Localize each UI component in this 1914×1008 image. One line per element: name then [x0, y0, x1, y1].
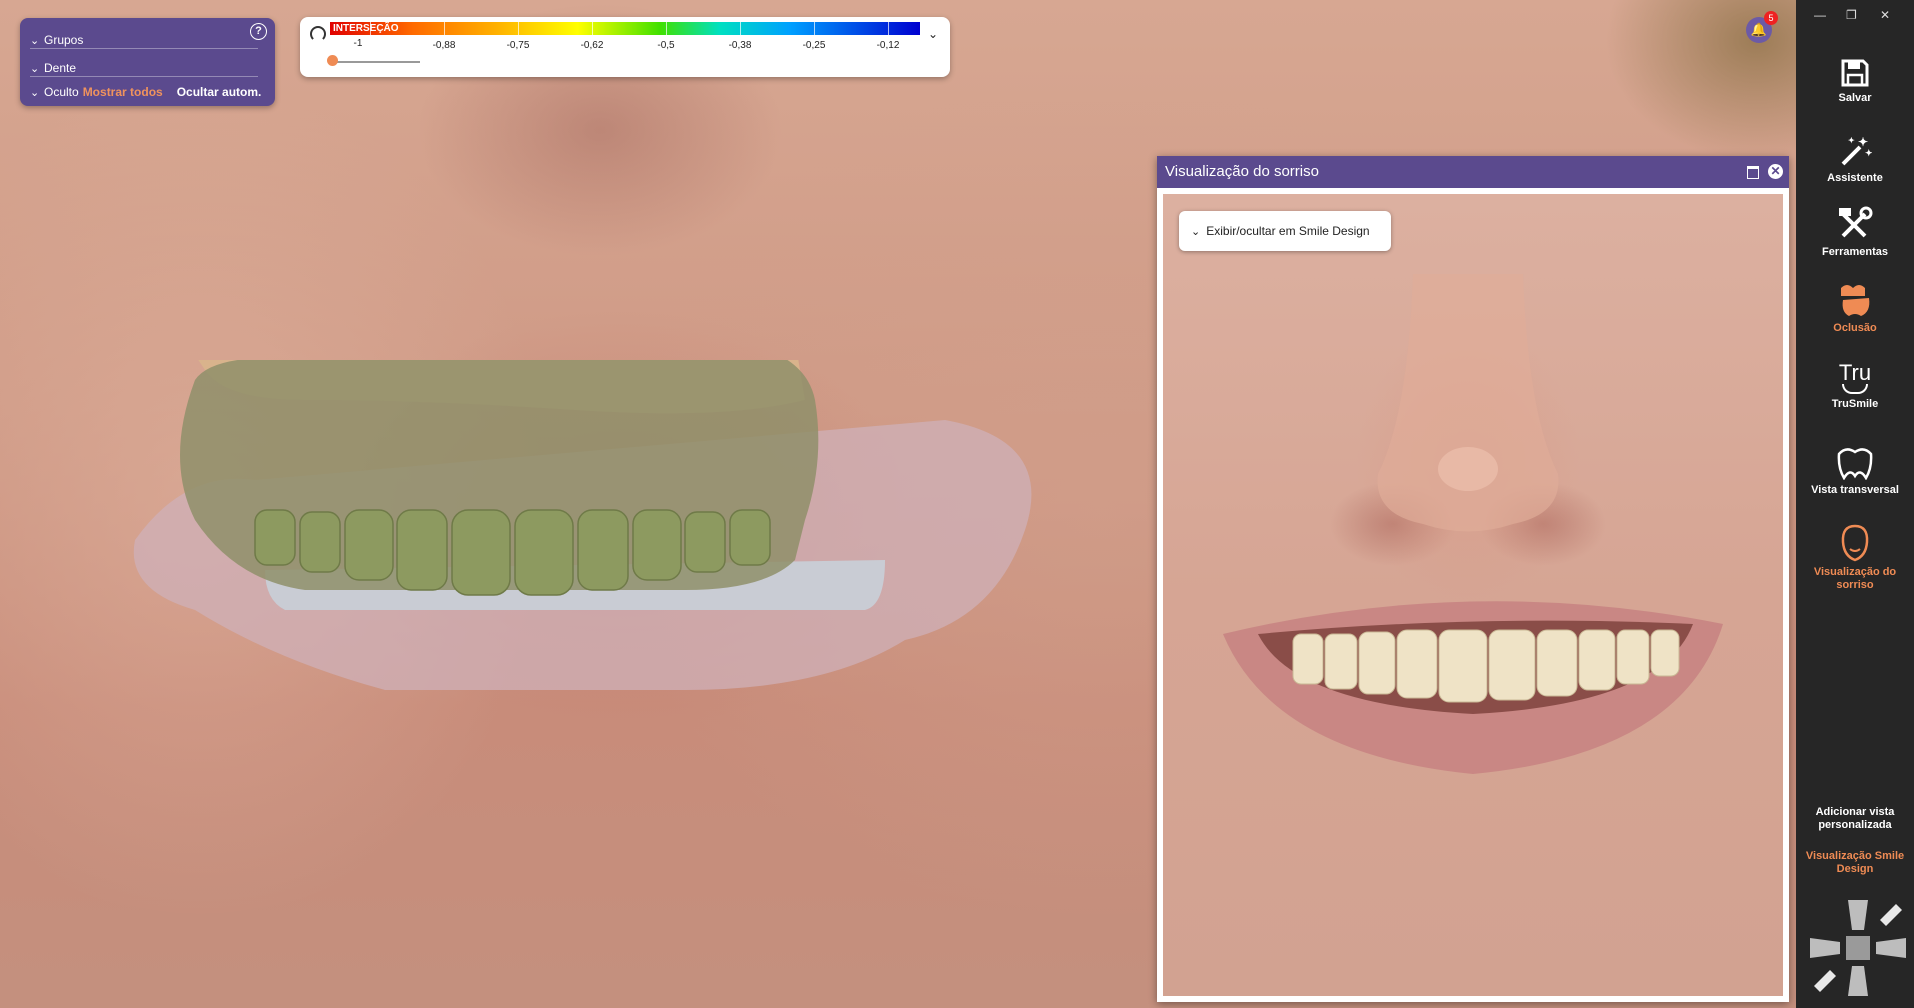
svg-text:✦: ✦ [1858, 135, 1868, 149]
magic-wand-icon: ✦ ✦ ✦ [1841, 135, 1872, 166]
help-icon[interactable]: ? [250, 23, 267, 40]
save-button[interactable]: Salvar [1796, 58, 1914, 104]
tooth-row[interactable]: ⌄ Dente [30, 58, 76, 78]
cross-section-label: Vista transversal [1811, 484, 1899, 496]
intersection-color-scale: INTERSEÇÃO -1 -0,88 -0,75 -0,62 -0,5 -0,38 -0,… [300, 17, 950, 77]
show-hide-label: Exibir/ocultar em Smile Design [1206, 224, 1370, 238]
tooth-label: Dente [44, 61, 77, 75]
chevron-down-icon: ⌄ [1191, 225, 1201, 238]
save-icon [1841, 59, 1869, 87]
scale-tick-label: -1 [353, 38, 363, 49]
chevron-down-icon: ⌄ [30, 34, 40, 47]
scale-tick [814, 22, 815, 35]
cube-center-face[interactable] [1846, 936, 1870, 960]
window-title: Visualização do sorriso [1165, 163, 1319, 180]
right-toolbar: — ❐ ✕ Salvar ✦ ✦ ✦ Assistente Ferramenta… [1796, 0, 1914, 1008]
face-icon [1841, 524, 1869, 562]
tools-icon [1839, 206, 1873, 238]
tooth-cross-section-icon [1837, 448, 1873, 480]
color-gradient-bar [330, 22, 920, 35]
restore-icon[interactable]: ❐ [1846, 8, 1857, 22]
trusmile-label: TruSmile [1831, 398, 1879, 410]
groups-label: Grupos [44, 33, 84, 47]
divider [30, 48, 258, 49]
cube-corner-bottom-left[interactable] [1814, 970, 1836, 992]
scale-tick-label: -0,88 [432, 40, 456, 51]
smile-view-button[interactable]: Visualização do sorriso [1796, 524, 1914, 592]
chevron-down-icon: ⌄ [30, 62, 40, 75]
show-all-button[interactable]: Mostrar todos [83, 85, 163, 99]
scale-tick [592, 22, 593, 35]
color-scale-title: INTERSEÇÃO [333, 23, 399, 34]
chevron-down-icon[interactable]: ⌄ [928, 27, 938, 41]
scale-tick [740, 22, 741, 35]
svg-text:✦: ✦ [1865, 148, 1872, 158]
trusmile-button[interactable]: Tru TruSmile [1796, 362, 1914, 411]
notification-count-badge: 5 [1764, 11, 1778, 25]
scale-tick [518, 22, 519, 35]
maximize-icon[interactable] [1747, 166, 1759, 179]
trusmile-icon: Tru [1796, 362, 1914, 394]
trusmile-icon-text: Tru [1838, 360, 1872, 385]
save-label: Salvar [1838, 92, 1872, 104]
hidden-label: Oculto [44, 85, 79, 99]
divider [30, 76, 258, 77]
cross-section-button[interactable]: Vista transversal [1796, 446, 1914, 496]
scale-tick-label: -0,62 [580, 40, 604, 51]
show-hide-smile-design-toggle[interactable]: ⌄ Exibir/ocultar em Smile Design [1179, 211, 1391, 251]
threshold-slider-handle[interactable] [327, 55, 338, 66]
smile-visualization-window: Visualização do sorriso ✕ ⌄ Exibir/ocult… [1157, 156, 1789, 1002]
occlusion-button[interactable]: Oclusão [1796, 282, 1914, 334]
cube-right-face[interactable] [1876, 938, 1906, 958]
occlusion-label: Oclusão [1833, 322, 1877, 334]
gauge-icon[interactable] [310, 26, 326, 42]
cube-left-face[interactable] [1810, 938, 1840, 958]
scale-tick [370, 22, 371, 35]
smile-photo: ⌄ Exibir/ocultar em Smile Design [1163, 194, 1783, 996]
scale-tick-label: -0,38 [728, 40, 752, 51]
window-close-icon[interactable]: ✕ [1880, 8, 1890, 22]
chevron-down-icon: ⌄ [30, 86, 40, 99]
occlusion-icon [1841, 285, 1870, 316]
threshold-slider-track[interactable] [330, 61, 420, 63]
scale-tick-label: -0,25 [802, 40, 826, 51]
assistant-label: Assistente [1827, 172, 1883, 184]
add-custom-view-button[interactable]: Adicionar vista personalizada [1796, 806, 1914, 832]
tools-label: Ferramentas [1821, 246, 1889, 258]
minimize-icon[interactable]: — [1814, 8, 1826, 22]
scale-tick-label: -0,75 [506, 40, 530, 51]
cube-top-face[interactable] [1848, 900, 1868, 930]
scale-tick [444, 22, 445, 35]
smile-design-view-button[interactable]: Visualização Smile Design [1796, 850, 1914, 876]
window-titlebar[interactable]: Visualização do sorriso ✕ [1157, 156, 1789, 188]
view-orientation-cube[interactable] [1810, 900, 1906, 996]
hidden-row[interactable]: ⌄ Oculto Mostrar todos Ocultar autom. [30, 82, 261, 102]
scale-tick-label: -0,12 [876, 40, 900, 51]
close-icon[interactable]: ✕ [1768, 164, 1783, 179]
scale-tick [666, 22, 667, 35]
face-photo-illustration [1223, 274, 1723, 774]
tools-button[interactable]: Ferramentas [1796, 206, 1914, 258]
assistant-button[interactable]: ✦ ✦ ✦ Assistente [1796, 134, 1914, 184]
groups-panel: ? ⌄ Grupos ⌄ Dente ⌄ Oculto Mostrar todo… [20, 18, 275, 106]
smile-view-label: Visualização do sorriso [1813, 566, 1897, 591]
svg-text:✦: ✦ [1848, 136, 1855, 145]
cube-corner-top-right[interactable] [1880, 904, 1902, 926]
scale-tick-label: -0,5 [657, 40, 675, 51]
groups-row[interactable]: ⌄ Grupos [30, 30, 83, 50]
hide-auto-button[interactable]: Ocultar autom. [177, 85, 262, 99]
cube-bottom-face[interactable] [1848, 966, 1868, 996]
scale-tick [888, 22, 889, 35]
dental-scan-model[interactable] [125, 360, 1065, 860]
